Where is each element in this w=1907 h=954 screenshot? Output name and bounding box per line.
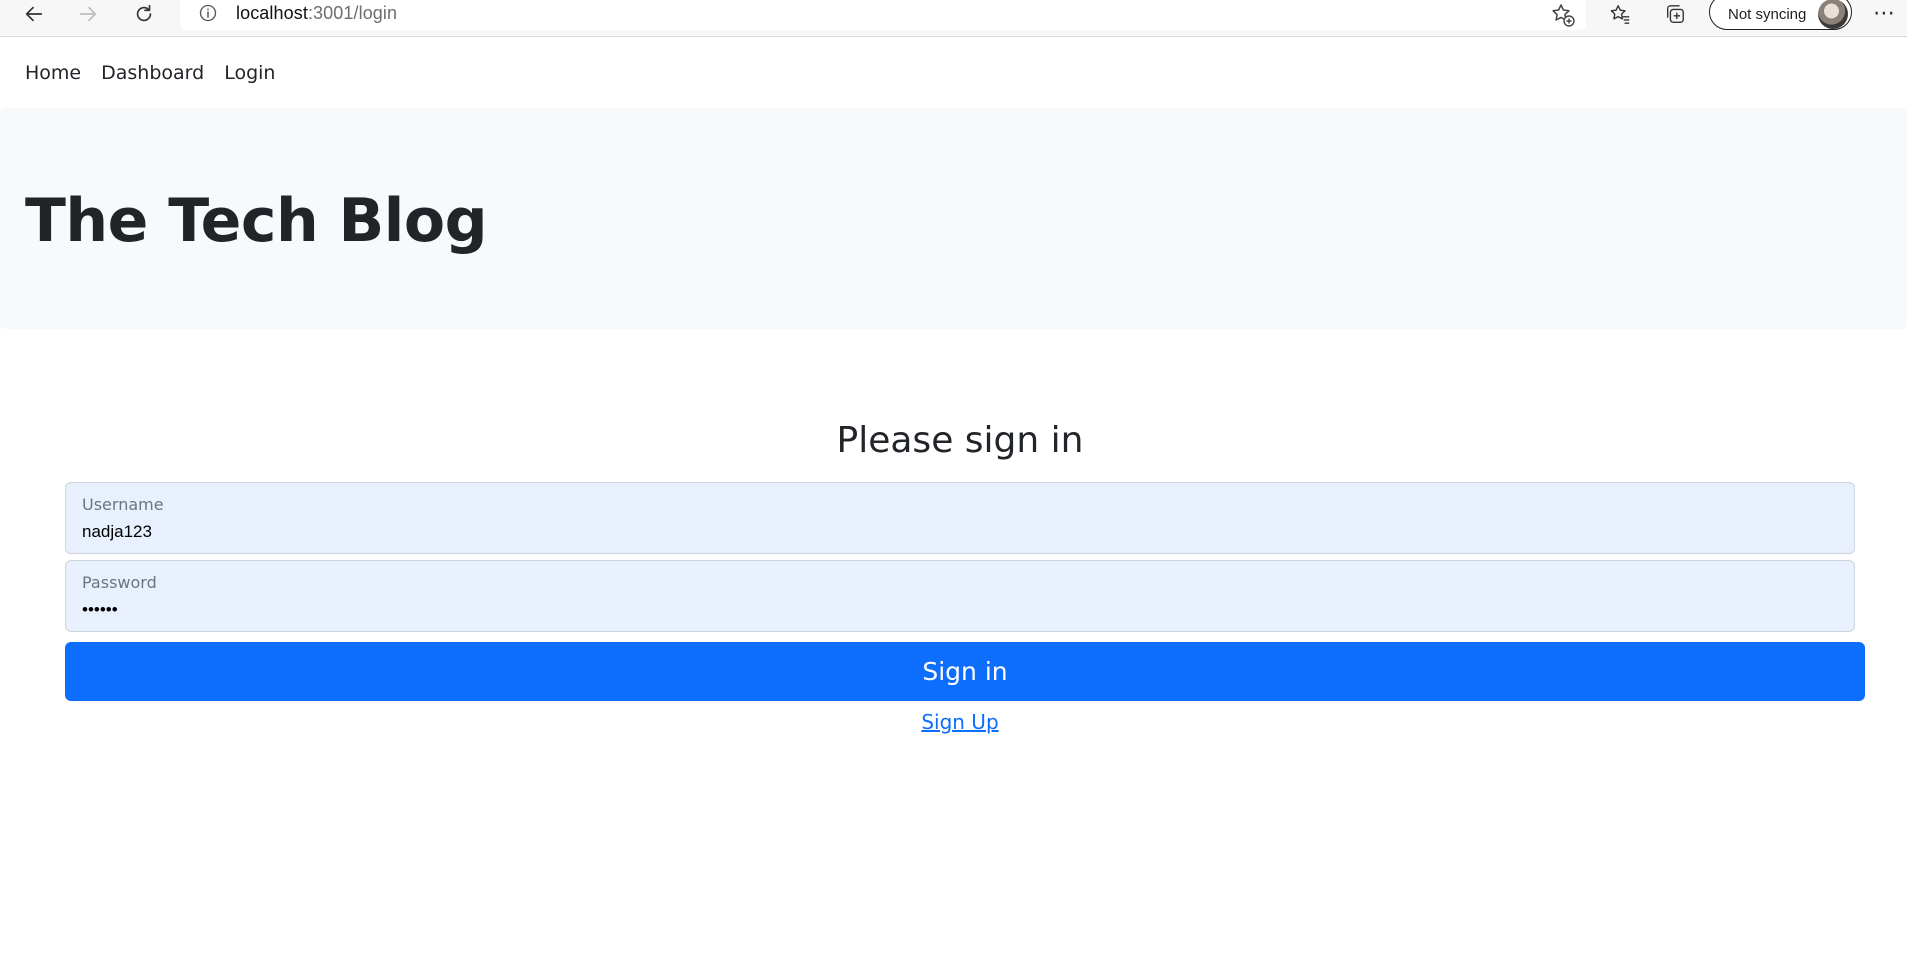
signup-link-container: Sign Up: [0, 710, 1907, 734]
url-path: :3001/login: [307, 3, 398, 23]
sync-status-label: Not syncing: [1728, 6, 1807, 23]
forward-button[interactable]: [70, 0, 106, 28]
back-button[interactable]: [16, 0, 52, 28]
username-input[interactable]: [82, 520, 1832, 544]
username-label: Username: [82, 495, 164, 514]
profile-avatar: [1818, 0, 1848, 29]
profile-sync-button[interactable]: Not syncing: [1709, 0, 1852, 30]
form-title: Please sign in: [836, 420, 1084, 461]
nav-dashboard-link[interactable]: Dashboard: [101, 62, 204, 84]
password-label: Password: [82, 573, 157, 592]
site-title: The Tech Blog: [25, 186, 488, 256]
nav-login-link[interactable]: Login: [224, 62, 275, 84]
collections-icon: [1666, 5, 1684, 23]
password-input[interactable]: [82, 598, 1832, 622]
add-favorite-icon[interactable]: [1550, 2, 1576, 28]
more-menu-icon[interactable]: ⋯: [1866, 0, 1902, 26]
site-navbar: Home Dashboard Login: [0, 38, 1907, 108]
password-field[interactable]: Password: [65, 560, 1855, 632]
address-bar[interactable]: localhost:3001/login: [180, 0, 1586, 30]
browser-toolbar: localhost:3001/login Not syncing ⋯: [0, 0, 1907, 37]
url-text[interactable]: localhost:3001/login: [236, 3, 397, 24]
sign-in-button[interactable]: Sign in: [65, 642, 1865, 701]
sign-up-link[interactable]: Sign Up: [921, 710, 998, 734]
site-header: The Tech Blog: [0, 108, 1907, 329]
favorites-button[interactable]: [1604, 0, 1636, 28]
arrow-left-icon: [25, 6, 43, 22]
nav-home-link[interactable]: Home: [25, 62, 81, 84]
refresh-icon: [136, 4, 152, 22]
refresh-button[interactable]: [126, 0, 162, 28]
url-host: localhost: [236, 3, 308, 23]
arrow-right-icon: [79, 6, 97, 22]
collections-button[interactable]: [1659, 0, 1691, 28]
favorites-icon: [1610, 5, 1630, 24]
info-icon[interactable]: [198, 3, 218, 23]
username-field[interactable]: Username: [65, 482, 1855, 554]
